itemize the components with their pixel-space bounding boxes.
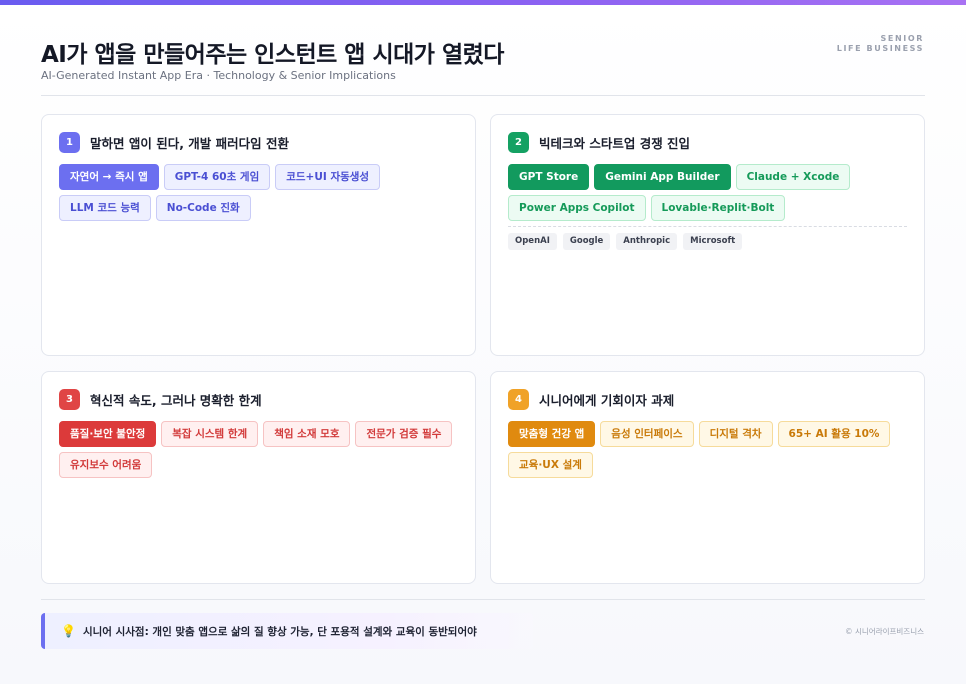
brand-mark: SENIOR LIFE BUSINESS bbox=[837, 34, 924, 54]
chip-gpt4-game: GPT-4 60초 게임 bbox=[163, 164, 271, 190]
chip-no-code: No-Code 진화 bbox=[155, 195, 251, 221]
chip-gpt-store: GPT Store bbox=[508, 164, 590, 190]
slide: SENIOR LIFE BUSINESS AI가 앱을 만들어주는 인스턴트 앱… bbox=[0, 0, 966, 684]
card-title: 말하면 앱이 된다, 개발 패러다임 전환 bbox=[90, 136, 290, 151]
chip-voice-interface: 음성 인터페이스 bbox=[600, 421, 694, 447]
chip-education-ux: 교육·UX 설계 bbox=[508, 452, 593, 478]
chip-expert-review: 전문가 검증 필수 bbox=[355, 421, 453, 447]
chip-lovable-replit-bolt: Lovable·Replit·Bolt bbox=[650, 195, 786, 221]
card-number-badge: 4 bbox=[508, 389, 529, 410]
chip-complex-systems: 복잡 시스템 한계 bbox=[161, 421, 259, 447]
dashed-divider bbox=[508, 226, 907, 227]
card-limitations: 3 혁신적 속도, 그러나 명확한 한계 품질·보안 불안정 복잡 시스템 한계… bbox=[41, 371, 476, 584]
company-tag-microsoft: Microsoft bbox=[683, 233, 743, 250]
card-header: 2 빅테크와 스타트업 경쟁 진입 bbox=[508, 132, 690, 153]
header-divider bbox=[41, 95, 925, 96]
chip-maintenance: 유지보수 어려움 bbox=[59, 452, 153, 478]
chip-llm-coding: LLM 코드 능력 bbox=[59, 195, 151, 221]
card-title: 빅테크와 스타트업 경쟁 진입 bbox=[539, 136, 691, 151]
chip-natural-language-app: 자연어 → 즉시 앱 bbox=[59, 164, 159, 190]
card-number-badge: 2 bbox=[508, 132, 529, 153]
chip-custom-health-app: 맞춤형 건강 앱 bbox=[508, 421, 596, 447]
footer-divider bbox=[41, 599, 925, 600]
card-title: 시니어에게 기회이자 과제 bbox=[539, 393, 675, 408]
card-paradigm-shift: 1 말하면 앱이 된다, 개발 패러다임 전환 자연어 → 즉시 앱 GPT-4… bbox=[41, 114, 476, 356]
brand-line-1: SENIOR bbox=[880, 34, 924, 43]
insight-text: 시니어 시사점: 개인 맞춤 앱으로 삶의 질 향상 가능, 단 포용적 설계와… bbox=[82, 625, 477, 638]
card-number-badge: 3 bbox=[59, 389, 80, 410]
chip-list: 자연어 → 즉시 앱 GPT-4 60초 게임 코드+UI 자동생성 LLM 코… bbox=[59, 164, 461, 221]
chip-ai-usage-65plus: 65+ AI 활용 10% bbox=[777, 421, 891, 447]
copyright-text: © 시니어라이프비즈니스 bbox=[845, 627, 924, 636]
chip-claude-xcode: Claude + Xcode bbox=[735, 164, 851, 190]
company-tags: OpenAI Google Anthropic Microsoft bbox=[508, 233, 743, 250]
top-accent-bar bbox=[0, 0, 966, 5]
lightbulb-icon: 💡 bbox=[61, 624, 76, 638]
card-header: 1 말하면 앱이 된다, 개발 패러다임 전환 bbox=[59, 132, 289, 153]
company-tag-openai: OpenAI bbox=[508, 233, 557, 250]
card-competition: 2 빅테크와 스타트업 경쟁 진입 GPT Store Gemini App B… bbox=[490, 114, 925, 356]
chip-list: GPT Store Gemini App Builder Claude + Xc… bbox=[508, 164, 910, 221]
senior-insight-banner: 💡 시니어 시사점: 개인 맞춤 앱으로 삶의 질 향상 가능, 단 포용적 설… bbox=[41, 613, 533, 649]
chip-digital-divide: 디지털 격차 bbox=[698, 421, 773, 447]
company-tag-google: Google bbox=[562, 233, 611, 250]
page-subtitle: AI-Generated Instant App Era · Technolog… bbox=[41, 69, 396, 82]
chip-list: 맞춤형 건강 앱 음성 인터페이스 디지털 격차 65+ AI 활용 10% 교… bbox=[508, 421, 910, 478]
chip-list: 품질·보안 불안정 복잡 시스템 한계 책임 소재 모호 전문가 검증 필수 유… bbox=[59, 421, 461, 478]
chip-code-ui-autogen: 코드+UI 자동생성 bbox=[275, 164, 381, 190]
card-header: 4 시니어에게 기회이자 과제 bbox=[508, 389, 674, 410]
card-title: 혁신적 속도, 그러나 명확한 한계 bbox=[90, 393, 262, 408]
chip-power-apps: Power Apps Copilot bbox=[508, 195, 646, 221]
chip-quality-security: 품질·보안 불안정 bbox=[59, 421, 157, 447]
brand-line-2: LIFE BUSINESS bbox=[836, 44, 924, 53]
card-header: 3 혁신적 속도, 그러나 명확한 한계 bbox=[59, 389, 262, 410]
chip-accountability: 책임 소재 모호 bbox=[263, 421, 351, 447]
page-title: AI가 앱을 만들어주는 인스턴트 앱 시대가 열렸다 bbox=[41, 42, 504, 68]
company-tag-anthropic: Anthropic bbox=[616, 233, 678, 250]
card-number-badge: 1 bbox=[59, 132, 80, 153]
chip-gemini-app-builder: Gemini App Builder bbox=[594, 164, 731, 190]
card-senior-opportunity: 4 시니어에게 기회이자 과제 맞춤형 건강 앱 음성 인터페이스 디지털 격차… bbox=[490, 371, 925, 584]
